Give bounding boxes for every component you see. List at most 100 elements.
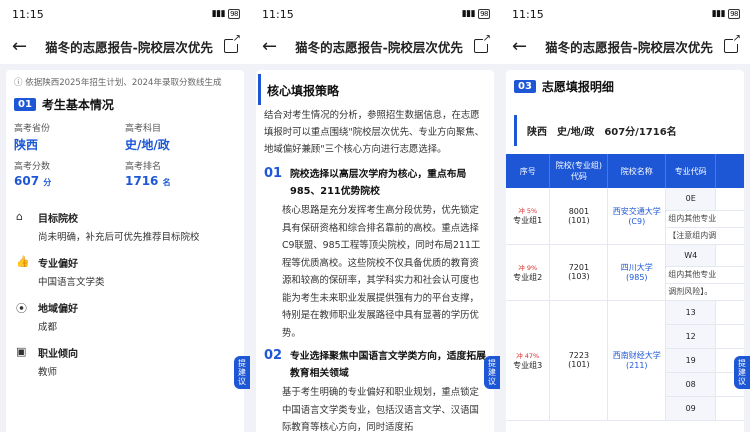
field-province: 高考省份 陕西 bbox=[14, 121, 125, 153]
score-unit: 分 bbox=[43, 178, 52, 187]
back-arrow-icon[interactable]: ← bbox=[12, 36, 34, 57]
major-name[interactable] bbox=[715, 300, 744, 325]
school-cell[interactable]: 西南财经大学 (211) bbox=[607, 300, 667, 421]
detail-card: 03 志愿填报明细 陕西 史/地/政 607分/1716名 序号 院校(专业组)… bbox=[506, 70, 744, 432]
point-number: 02 bbox=[264, 348, 283, 363]
status-icons: ▮▮▮ 98 bbox=[462, 9, 490, 19]
field-label: 高考分数 bbox=[14, 162, 51, 172]
point-body: 基于考生明确的专业偏好和职业规划，重点锁定中国语言文学类专业，包括汉语言文学、汉… bbox=[282, 387, 479, 432]
signal-icon: ▮▮▮ bbox=[711, 9, 726, 19]
info-title: 地域偏好 bbox=[38, 304, 78, 315]
col-header: 专业 bbox=[715, 154, 744, 188]
field-value: 史/地/政 bbox=[125, 138, 170, 152]
info-target-school: ⌂ 目标院校 尚未明确，补充后可优先推荐目标院校 bbox=[6, 204, 244, 249]
info-region-preference: ⦿ 地域偏好 成都 bbox=[6, 294, 244, 339]
back-arrow-icon[interactable]: ← bbox=[262, 36, 284, 57]
col-header: 院校(专业组)代码 bbox=[549, 154, 609, 188]
chance-tag: 冲 47% bbox=[516, 351, 540, 360]
school-name: 四川大学 bbox=[620, 263, 653, 272]
major-name[interactable]: 人 bbox=[715, 244, 744, 267]
school-code-sub: (101) bbox=[568, 360, 590, 369]
rank-value: 1716 bbox=[125, 174, 159, 188]
score-grid: 高考省份 陕西 高考科目史/地/政 高考分数 607 分 高考排名 1716 名 bbox=[6, 119, 244, 190]
field-value: 1716 名 bbox=[125, 174, 236, 188]
section-header: 03 志愿填报明细 bbox=[506, 70, 744, 101]
point-number: 01 bbox=[264, 166, 283, 181]
section-header: 01 考生基本情况 bbox=[6, 88, 244, 119]
major-code: 13 bbox=[665, 300, 717, 325]
share-icon[interactable] bbox=[474, 34, 491, 53]
section-header: 核心填报策略 bbox=[258, 74, 494, 105]
table-row[interactable]: 冲 9%专业组2 7201(103) 四川大学(985) W4 人 bbox=[506, 244, 744, 301]
section-number: 01 bbox=[14, 98, 36, 111]
signal-icon: ▮▮▮ bbox=[461, 9, 476, 19]
strategy-intro: 结合对考生情况的分析，参照招生数据信息，在志愿填报时可以重点围绕"院校层次优先、… bbox=[264, 110, 484, 155]
school-cell[interactable]: 西安交通大学 (C9) bbox=[607, 188, 667, 245]
major-code: 19 bbox=[665, 348, 717, 373]
filter-province: 陕西 bbox=[527, 127, 547, 138]
school-level: (C9) bbox=[628, 216, 646, 226]
share-icon[interactable] bbox=[224, 34, 241, 53]
screens: 11:15 ▮▮▮ 98 ← 猫冬的志愿报告-院校层次优先 ⓘ 依据陕西2025… bbox=[0, 0, 750, 432]
group-label: 专业组2 bbox=[513, 272, 543, 282]
major-code: 0E bbox=[665, 188, 717, 211]
school-code-sub: (101) bbox=[568, 215, 590, 225]
group-label: 专业组1 bbox=[513, 216, 543, 226]
signal-icon: ▮▮▮ bbox=[211, 9, 226, 19]
school-name: 西南财经大学 bbox=[612, 351, 661, 360]
school-code: 7223 bbox=[568, 351, 590, 360]
info-text: 教师 bbox=[38, 367, 58, 378]
field-label: 高考科目 bbox=[125, 124, 162, 134]
group-cell: 冲 5% 专业组1 bbox=[506, 188, 551, 245]
strategy-point: 01 院校选择以高层次学府为核心，重点布局985、211优势院校 bbox=[256, 160, 494, 200]
table-row[interactable]: 冲 47% 专业组3 7223 (101) 西南财经大学 (211) 13 bbox=[506, 300, 744, 421]
code-cell: 7223 (101) bbox=[549, 300, 609, 421]
field-value: 陕西 bbox=[14, 138, 39, 152]
filter-score: 607分/1716名 bbox=[604, 127, 677, 138]
nav-bar: ← 猫冬的志愿报告-院校层次优先 bbox=[0, 28, 250, 64]
table-row[interactable]: 冲 5%专业组1 8001(101) 西安交通大学(C9) 0E 阿 bbox=[506, 188, 744, 245]
nav-bar: ← 猫冬的志愿报告-院校层次优先 bbox=[500, 28, 750, 64]
major-name[interactable] bbox=[715, 396, 744, 421]
phone-screen-basic-info: 11:15 ▮▮▮ 98 ← 猫冬的志愿报告-院校层次优先 ⓘ 依据陕西2025… bbox=[0, 0, 250, 432]
code-cell: 8001 (101) bbox=[549, 188, 609, 245]
suggest-button[interactable]: 提建议 bbox=[734, 356, 750, 389]
filter-summary: 陕西 史/地/政 607分/1716名 bbox=[514, 115, 736, 146]
major-name[interactable] bbox=[715, 324, 744, 349]
table-viewport[interactable]: 序号 院校(专业组)代码 院校名称 专业代码 专业 冲 5%专业组1 8001(… bbox=[506, 154, 744, 421]
school-level: (985) bbox=[626, 273, 648, 282]
point-heading: 院校选择以高层次学府为核心，重点布局985、211优势院校 bbox=[290, 169, 467, 197]
school-cell[interactable]: 四川大学 (985) bbox=[607, 244, 667, 301]
status-time: 11:15 bbox=[512, 7, 544, 21]
field-subjects: 高考科目史/地/政 bbox=[125, 121, 236, 153]
note-cell: 组内其他专业 bbox=[665, 266, 744, 284]
suggest-button[interactable]: 提建议 bbox=[234, 356, 250, 389]
group-cell: 冲 9% 专业组2 bbox=[506, 244, 551, 301]
school-code-sub: (103) bbox=[568, 272, 590, 281]
status-bar: 11:15 ▮▮▮ 98 bbox=[500, 0, 750, 28]
col-header: 院校名称 bbox=[607, 154, 667, 188]
section-title: 核心填报策略 bbox=[267, 84, 340, 98]
school-code: 7201 bbox=[568, 263, 590, 272]
page-title: 猫冬的志愿报告-院校层次优先 bbox=[545, 39, 713, 55]
chance-tag: 冲 9% bbox=[518, 263, 538, 272]
suggest-button[interactable]: 提建议 bbox=[484, 356, 500, 389]
battery-icon: 98 bbox=[228, 9, 240, 19]
field-label: 高考排名 bbox=[125, 162, 162, 172]
thumb-up-icon: 👍 bbox=[16, 255, 30, 268]
back-arrow-icon[interactable]: ← bbox=[512, 36, 534, 57]
share-icon[interactable] bbox=[724, 34, 741, 53]
major-code: W4 bbox=[665, 244, 717, 267]
volunteer-table: 序号 院校(专业组)代码 院校名称 专业代码 专业 冲 5%专业组1 8001(… bbox=[506, 154, 744, 421]
group-label: 专业组3 bbox=[513, 360, 543, 370]
phone-screen-strategy: 11:15 ▮▮▮ 98 ← 猫冬的志愿报告-院校层次优先 核心填报策略 结合对… bbox=[250, 0, 500, 432]
field-score: 高考分数 607 分 bbox=[14, 159, 125, 188]
page-title: 猫冬的志愿报告-院校层次优先 bbox=[45, 39, 213, 55]
major-name[interactable]: 阿 bbox=[715, 188, 744, 211]
info-title: 职业倾向 bbox=[38, 349, 78, 360]
info-title: 目标院校 bbox=[38, 214, 78, 225]
status-time: 11:15 bbox=[12, 7, 44, 21]
info-text: 尚未明确，补充后可优先推荐目标院校 bbox=[38, 232, 200, 243]
score-value: 607 bbox=[14, 174, 40, 188]
